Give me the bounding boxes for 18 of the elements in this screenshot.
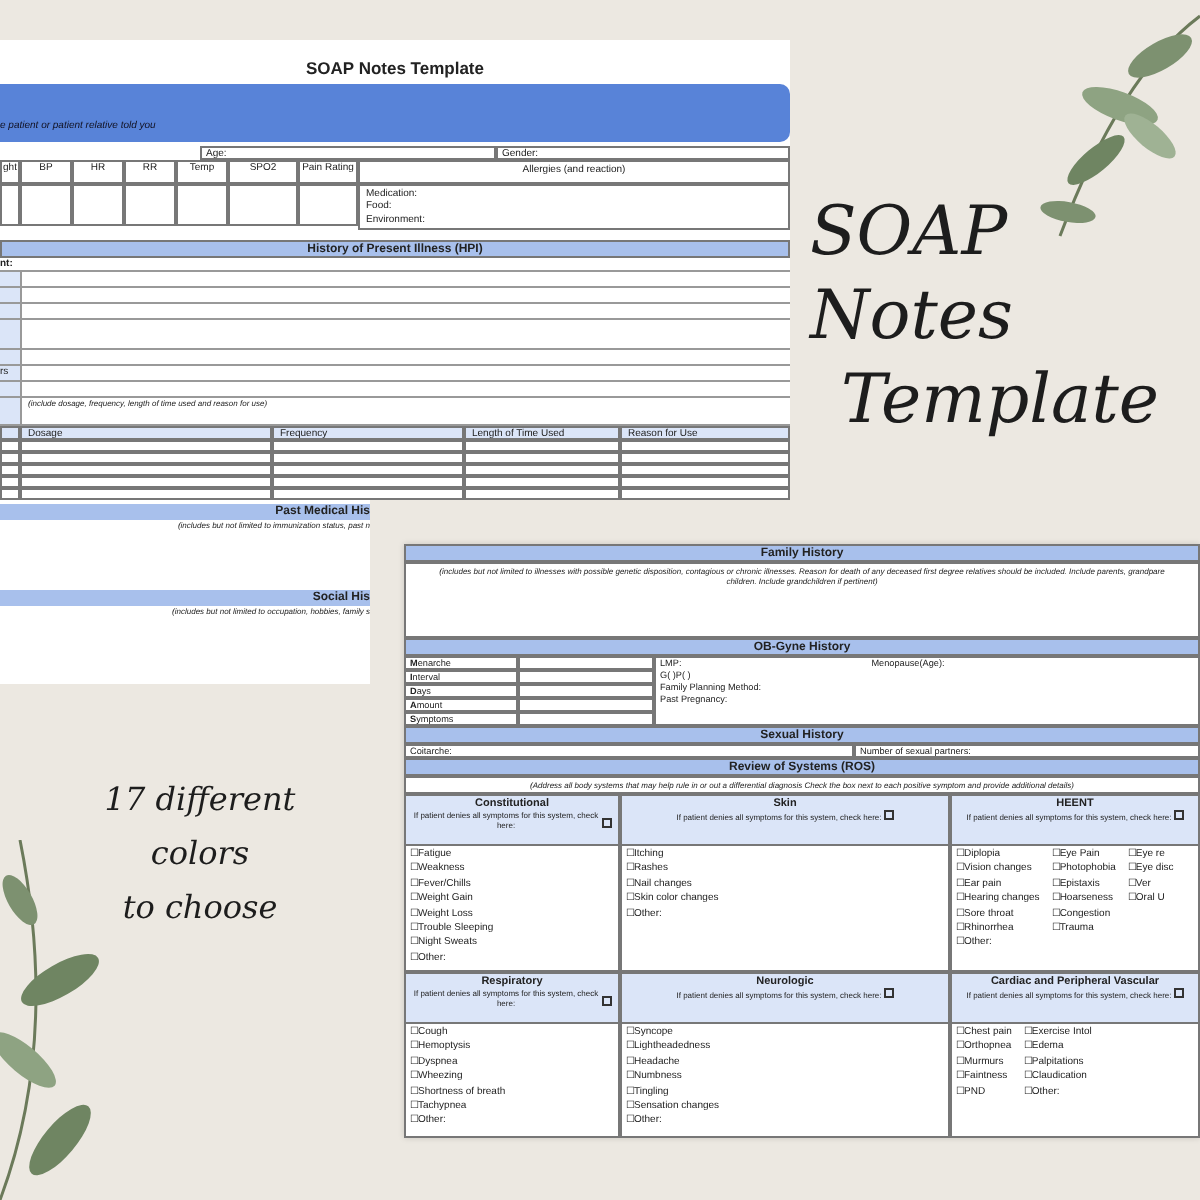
- promo-title: Template: [840, 358, 1160, 442]
- checkbox[interactable]: [602, 818, 612, 828]
- table-cell: [0, 183, 20, 226]
- checkbox[interactable]: [883, 810, 894, 820]
- promo-caption: colors: [150, 834, 250, 872]
- table-cell: [72, 183, 124, 226]
- table-cell: [228, 183, 298, 226]
- checkbox[interactable]: [1173, 988, 1184, 998]
- checkbox[interactable]: [883, 988, 894, 998]
- promo-title: SOAP Notes: [810, 190, 1015, 358]
- checkbox[interactable]: [602, 996, 612, 1006]
- table-cell: [176, 183, 228, 226]
- promo-caption: 17 different: [104, 780, 296, 818]
- promo-caption: to choose: [122, 888, 278, 926]
- table-cell: [124, 183, 176, 226]
- document-title: SOAP Notes Template: [304, 56, 486, 82]
- checkbox[interactable]: [1173, 810, 1184, 820]
- table-cell: [20, 183, 72, 226]
